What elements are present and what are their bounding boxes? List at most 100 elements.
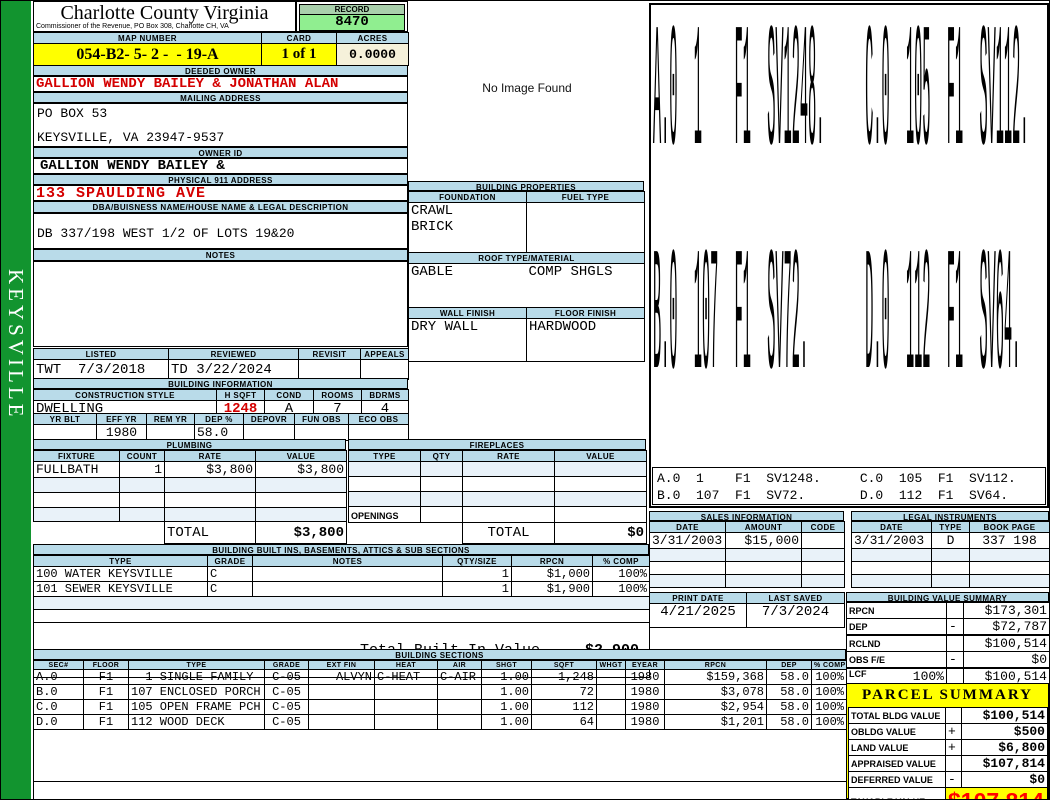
fireplaces-col-type: TYPE bbox=[348, 450, 421, 462]
parcel-summary-table: TOTAL BLDG VALUE $100,514 OBLDG VALUE + … bbox=[848, 707, 1048, 799]
physical-address-header: PHYSICAL 911 ADDRESS bbox=[33, 174, 408, 185]
bs-col-rpcn: RPCN bbox=[664, 660, 767, 670]
legal-table: DATE TYPE BOOK PAGE 3/31/2003 D 337 198 bbox=[851, 521, 1049, 588]
funobs-header: FUN OBS bbox=[294, 413, 349, 425]
owner-id-value: GALLION WENDY BAILEY & bbox=[33, 158, 408, 174]
bs-col-type: TYPE bbox=[128, 660, 265, 670]
vs-label: DEP bbox=[846, 618, 947, 636]
revisit-header: REVISIT bbox=[298, 348, 361, 360]
building-value-summary-table: RPCN $173,301 DEP - $72,787 RCLND $100,5… bbox=[846, 602, 1049, 685]
building-sections-table: SEC# FLOOR TYPE GRADE EXT FIN HEAT AIR S… bbox=[33, 660, 847, 799]
bs-col-grade: GRADE bbox=[264, 660, 309, 670]
sketch-section-labels-2: B.0 107 F1 SV72. D.0 112 F1 SV64. bbox=[653, 224, 1021, 422]
vs-label: RCLND bbox=[846, 634, 947, 652]
bdrms-header: BDRMS bbox=[361, 389, 409, 401]
roof-material-value: COMP SHGLS bbox=[526, 263, 645, 308]
built-ins-header: BUILDING BUILT INS, BASEMENTS, ATTICS & … bbox=[33, 544, 649, 555]
fireplaces-total-label: TOTAL bbox=[462, 522, 555, 544]
fireplaces-header: FIREPLACES bbox=[348, 439, 646, 450]
ps-label: TOTAL BLDG VALUE bbox=[848, 707, 946, 724]
legal-row: 3/31/2003 D 337 198 bbox=[851, 532, 1049, 549]
plumbing-col-rate: RATE bbox=[164, 450, 256, 462]
record-value: 8470 bbox=[299, 15, 405, 31]
building-sections-footer: Building Replacement Cost New$173,301 bbox=[33, 781, 847, 799]
ps-value: $0 bbox=[961, 771, 1048, 788]
print-date-header: PRINT DATE bbox=[649, 592, 747, 604]
listed-by: TWT bbox=[36, 361, 62, 378]
photo-panel: No Image Found bbox=[408, 1, 646, 181]
building-section-row: B.0 F1 107 ENCLOSED PORCH C-05 1.00 72 1… bbox=[33, 684, 847, 700]
plumbing-table: FIXTURE COUNT RATE VALUE FULLBATH 1 $3,8… bbox=[33, 450, 347, 544]
remyr-header: REM YR bbox=[146, 413, 195, 425]
ps-value: $107,814 bbox=[961, 755, 1048, 772]
roof-header: ROOF TYPE/MATERIAL bbox=[408, 252, 645, 264]
plumbing-header: PLUMBING bbox=[33, 439, 346, 450]
building-sections-header: BUILDING SECTIONS bbox=[33, 649, 846, 660]
plumbing-col-fixture: FIXTURE bbox=[33, 450, 120, 462]
building-properties-header: BUILDING PROPERTIES bbox=[408, 181, 644, 192]
ecoobs-header: ECO OBS bbox=[348, 413, 409, 425]
vs-label: OBS F/E bbox=[846, 651, 947, 669]
building-section-row: A.0 F1 1 SINGLE FAMILY C-05 ALVYN C-HEAT… bbox=[33, 669, 847, 685]
bs-col-dep: DEP bbox=[766, 660, 812, 670]
property-record-card: KEYSVILLE Charlotte County Virginia Comm… bbox=[0, 0, 1050, 800]
plumbing-row: FULLBATH 1 $3,800 $3,800 bbox=[33, 461, 347, 478]
legal-header: LEGAL INSTRUMENTS bbox=[851, 511, 1049, 522]
listed-header: LISTED bbox=[33, 348, 169, 360]
construction-style-header: CONSTRUCTION STYLE bbox=[33, 389, 217, 401]
plumbing-total-value: $3,800 bbox=[255, 521, 347, 544]
ps-label: LAND VALUE bbox=[848, 739, 946, 756]
fireplaces-total-value: $0 bbox=[554, 522, 647, 544]
floor-finish-header: FLOOR FINISH bbox=[526, 307, 645, 319]
listed-date: 7/3/2018 bbox=[78, 361, 146, 378]
legal-col-date: DATE bbox=[851, 521, 932, 533]
physical-address-value: 133 SPAULDING AVE bbox=[33, 185, 408, 201]
fuel-type-value bbox=[526, 202, 645, 253]
sketch-legend-line2: B.0 107 F1 SV72. D.0 112 F1 SV64. bbox=[657, 488, 1009, 503]
sketch-legend-line1: A.0 1 F1 SV1248. C.0 105 F1 SV112. bbox=[657, 471, 1016, 486]
built-ins-col-grade: GRADE bbox=[207, 555, 253, 567]
deeded-owner-header: DEEDED OWNER bbox=[33, 65, 408, 76]
district-sidebar: KEYSVILLE bbox=[1, 1, 31, 799]
built-ins-col-type: TYPE bbox=[33, 555, 208, 567]
bs-col-air: AIR bbox=[437, 660, 482, 670]
depovr-header: DEPOVR bbox=[243, 413, 295, 425]
foundation-value: CRAWL BRICK bbox=[408, 202, 527, 253]
acres-value: 0.0000 bbox=[336, 43, 409, 66]
plumbing-col-value: VALUE bbox=[255, 450, 347, 462]
bs-col-comp: % COMP bbox=[811, 660, 847, 670]
roof-type-value: GABLE bbox=[408, 263, 527, 308]
built-ins-col-qty: QTY/SIZE bbox=[442, 555, 512, 567]
acres-header: ACRES bbox=[336, 32, 409, 44]
sales-header: SALES INFORMATION bbox=[649, 511, 844, 522]
mailing-line2: KEYSVILLE, VA 23947-9537 bbox=[37, 130, 225, 145]
revisit-value bbox=[298, 359, 361, 380]
plumbing-col-count: COUNT bbox=[119, 450, 165, 462]
last-saved-value: 7/3/2024 bbox=[746, 603, 845, 628]
sales-table: DATE AMOUNT CODE 3/31/2003 $15,000 bbox=[649, 521, 845, 588]
bs-col-floor: FLOOR bbox=[83, 660, 129, 670]
fireplaces-col-value: VALUE bbox=[554, 450, 647, 462]
commissioner-line: Commissioner of the Revenue, PO Box 308,… bbox=[36, 23, 229, 30]
mailing-address-box: PO BOX 53 KEYSVILLE, VA 23947-9537 bbox=[33, 103, 408, 147]
no-image-placeholder: No Image Found bbox=[482, 81, 572, 95]
sales-col-code: CODE bbox=[801, 521, 845, 533]
cond-header: COND bbox=[264, 389, 314, 401]
appeals-header: APPEALS bbox=[360, 348, 409, 360]
fireplaces-table: TYPE QTY RATE VALUE OPENINGS TOTAL $0 bbox=[348, 450, 647, 544]
built-ins-col-comp: % COMP bbox=[592, 555, 650, 567]
sketch-panel: A.0 1 F1 SV1248. C.0 105 F1 SV112. B.0 1… bbox=[649, 3, 1049, 508]
foundation-header: FOUNDATION bbox=[408, 191, 527, 203]
card-header: CARD bbox=[261, 32, 337, 44]
bs-col-whgt: WHGT bbox=[596, 660, 626, 670]
parcel-summary: PARCEL SUMMARY TOTAL BLDG VALUE $100,514… bbox=[846, 683, 1049, 799]
wall-finish-value: DRY WALL bbox=[408, 318, 527, 362]
sketch-section-labels-1: A.0 1 F1 SV1248. C.0 105 F1 SV112. bbox=[653, 0, 1029, 198]
dep-header: DEP % bbox=[194, 413, 244, 425]
ps-label: APPRAISED VALUE bbox=[848, 755, 946, 772]
appeals-value bbox=[360, 359, 409, 380]
taxable-value: $107,814 bbox=[945, 787, 1048, 799]
reviewed-date: 3/22/2024 bbox=[196, 361, 272, 378]
bs-col-extfin: EXT FIN bbox=[308, 660, 375, 670]
building-info-header: BUILDING INFORMATION bbox=[33, 378, 408, 389]
